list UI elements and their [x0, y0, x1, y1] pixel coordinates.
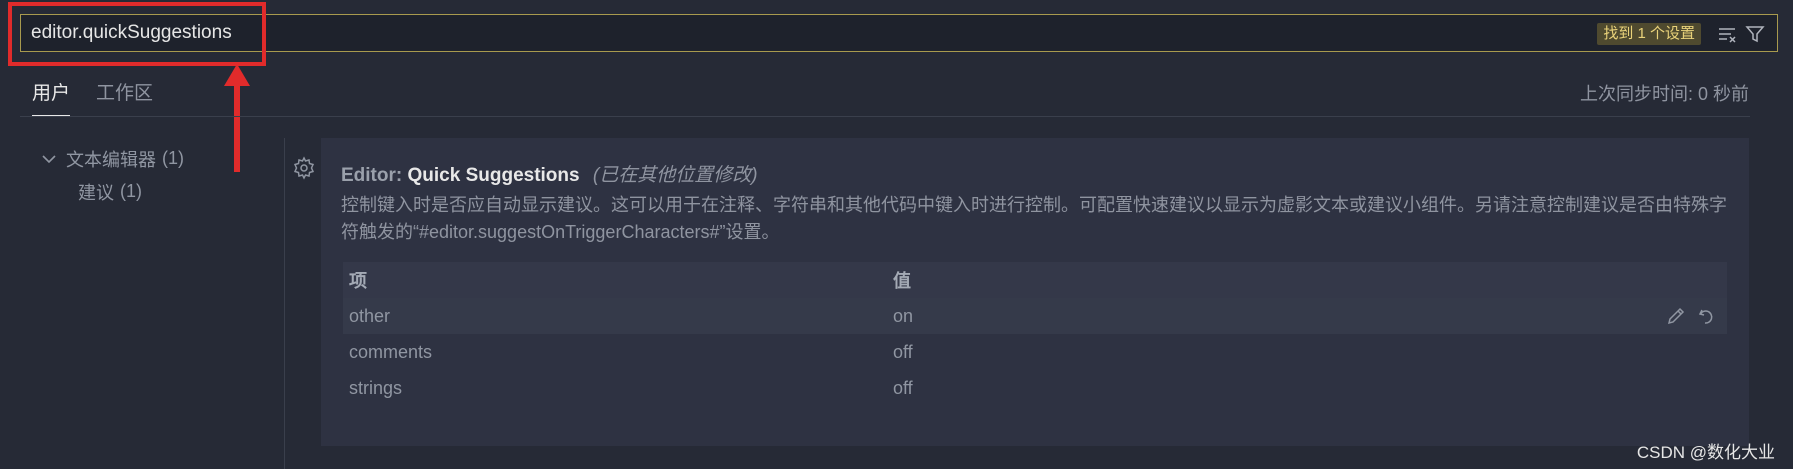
settings-search-bar: 找到 1 个设置	[20, 14, 1778, 52]
row-key: comments	[349, 341, 433, 362]
row-key: strings	[349, 377, 403, 398]
setting-name: Quick Suggestions	[407, 165, 580, 186]
setting-title: Editor: Quick Suggestions (已在其他位置修改)	[341, 160, 758, 187]
row-actions	[1665, 305, 1727, 327]
table-row[interactable]: strings off	[343, 370, 1727, 406]
setting-category: Editor:	[341, 165, 403, 186]
found-count-badge: 找到 1 个设置	[1597, 23, 1701, 45]
row-key: other	[349, 305, 391, 326]
row-value: on	[893, 305, 914, 326]
watermark: CSDN @数化大业	[1636, 443, 1775, 462]
settings-toc-tree: 文本编辑器 (1) 建议 (1)	[40, 142, 184, 208]
pane-divider	[284, 138, 285, 469]
header-value: 值	[893, 271, 911, 291]
reset-icon[interactable]	[1695, 305, 1717, 327]
object-setting-table: 项 值 other on comments off strings off	[343, 262, 1727, 406]
modified-elsewhere-note[interactable]: (已在其他位置修改)	[593, 165, 758, 186]
chevron-down-icon	[40, 150, 58, 168]
tree-item-suggestions[interactable]: 建议 (1)	[40, 175, 184, 208]
row-value: off	[893, 377, 913, 398]
setting-description: 控制键入时是否应自动显示建议。这可以用于在注释、字符串和其他代码中键入时进行控制…	[341, 195, 1727, 242]
tree-item-label: 文本编辑器	[66, 149, 156, 170]
tree-item-label: 建议	[78, 182, 114, 203]
edit-pencil-icon[interactable]	[1665, 305, 1687, 327]
tab-workspace[interactable]: 工作区	[96, 78, 153, 115]
row-value: off	[893, 341, 913, 362]
search-input[interactable]	[31, 15, 1331, 51]
tabs-divider	[20, 116, 1750, 117]
tree-item-count: (1)	[120, 181, 142, 201]
table-row[interactable]: other on	[343, 298, 1727, 334]
filter-icon[interactable]	[1743, 22, 1767, 46]
clear-filter-icon[interactable]	[1715, 22, 1739, 46]
settings-scope-tabs: 用户 工作区	[20, 72, 1750, 117]
sync-status: 上次同步时间: 0 秒前	[1579, 84, 1749, 104]
tree-item-text-editor[interactable]: 文本编辑器 (1)	[40, 142, 184, 175]
table-header: 项 值	[343, 262, 1727, 298]
header-key: 项	[349, 271, 367, 291]
tree-item-count: (1)	[162, 148, 184, 168]
gear-icon[interactable]	[292, 156, 316, 180]
table-row[interactable]: comments off	[343, 334, 1727, 370]
setting-item-quick-suggestions: Editor: Quick Suggestions (已在其他位置修改) 控制键…	[321, 138, 1749, 446]
tab-user[interactable]: 用户	[32, 78, 71, 116]
